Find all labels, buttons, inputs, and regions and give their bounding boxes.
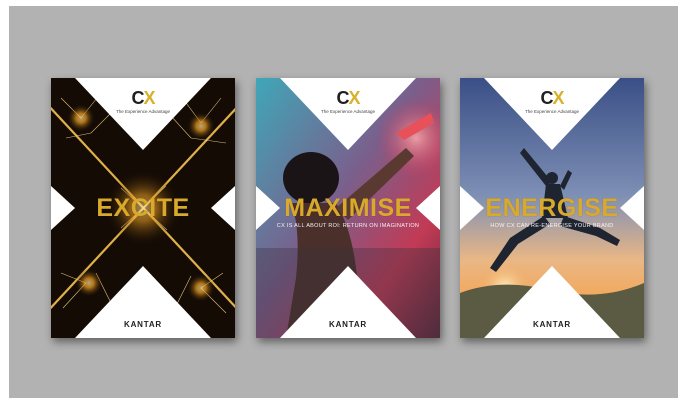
cover-headline: ENERGISE [485, 194, 619, 222]
logo-tagline: The Experience Advantage [115, 109, 171, 114]
logo-x: X [552, 88, 564, 108]
logo-c: C [540, 88, 553, 108]
cover-maximise: CX The Experience Advantage MAXIMISE CX … [256, 78, 440, 338]
logo-x: X [143, 88, 155, 108]
display-backdrop: CX The Experience Advantage EXCITE KANTA… [9, 6, 678, 398]
brand-logo: KANTAR [124, 320, 162, 329]
cover-subtitle: HOW CX CAN RE-ENERGISE YOUR BRAND [490, 223, 614, 229]
cover-headline: EXCITE [96, 194, 190, 222]
cover-energise: CX The Experience Advantage ENERGISE HOW… [460, 78, 644, 338]
cx-logo: CX The Experience Advantage [256, 89, 440, 114]
logo-tagline: The Experience Advantage [320, 109, 376, 114]
cover-excite: CX The Experience Advantage EXCITE KANTA… [51, 78, 235, 338]
cx-logo: CX The Experience Advantage [51, 89, 235, 114]
brand-logo: KANTAR [329, 320, 367, 329]
cover-headline: MAXIMISE [284, 194, 412, 222]
logo-tagline: The Experience Advantage [524, 109, 580, 114]
brand-logo: KANTAR [533, 320, 571, 329]
logo-c: C [336, 88, 349, 108]
cover-subtitle: CX IS ALL ABOUT ROI: RETURN ON IMAGINATI… [276, 223, 420, 229]
cx-logo: CX The Experience Advantage [460, 89, 644, 114]
logo-c: C [131, 88, 144, 108]
logo-x: X [348, 88, 360, 108]
